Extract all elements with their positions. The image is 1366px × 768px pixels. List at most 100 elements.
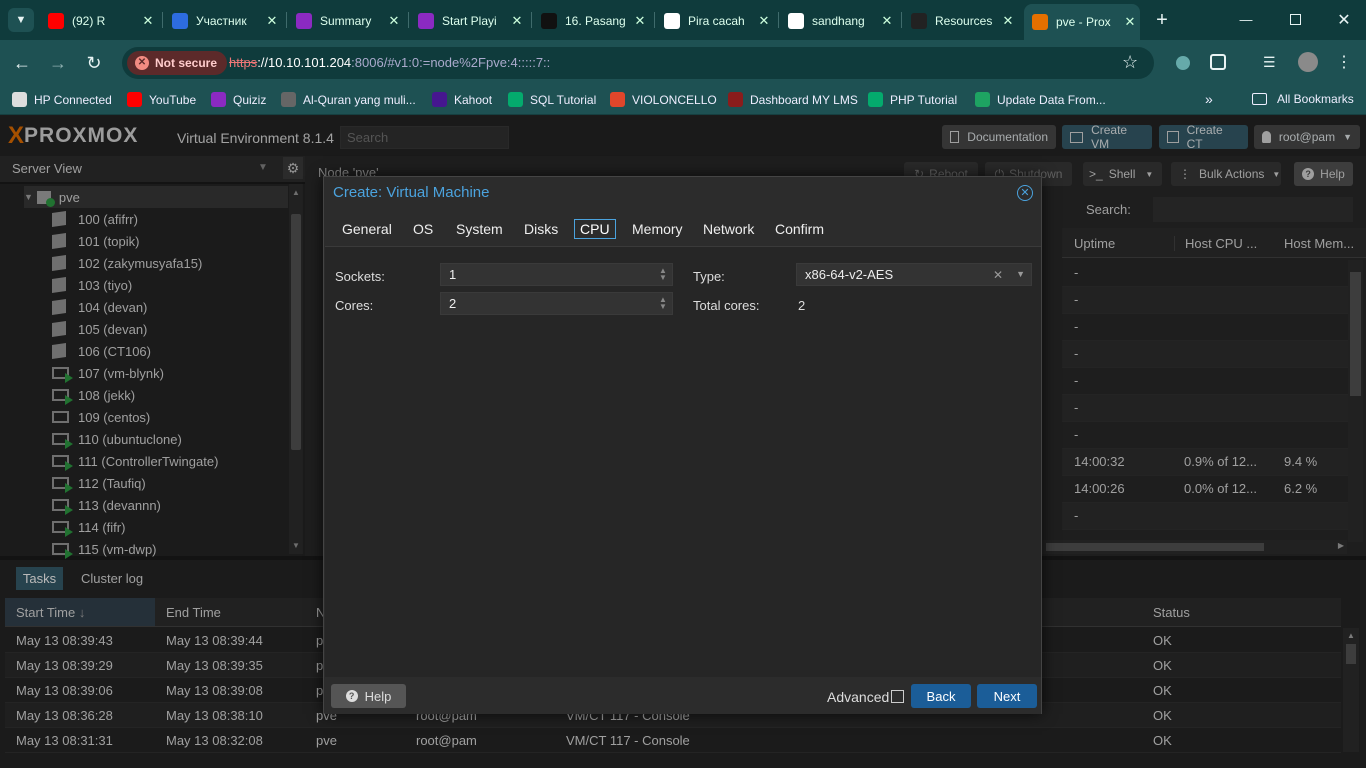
bookmark-label: YouTube (149, 92, 197, 107)
dialog-title: Create: Virtual Machine (333, 184, 490, 201)
bookmark-favicon-icon (508, 92, 523, 107)
back-arrow-icon[interactable]: ← (9, 50, 35, 76)
bookmark-item[interactable]: PHP Tutorial (868, 92, 957, 107)
new-tab-button[interactable]: + (1150, 8, 1174, 32)
cpu-type-select[interactable]: x86-64-v2-AES ✕ ▼ (796, 263, 1032, 286)
doc-icon (911, 12, 927, 29)
close-tab-icon[interactable]: ✕ (507, 13, 527, 29)
help-label: Help (364, 688, 392, 704)
wizard-tab-network[interactable]: Network (698, 219, 759, 239)
sockets-label: Sockets: (335, 269, 385, 284)
advanced-checkbox[interactable] (891, 690, 904, 703)
tab-search-button[interactable]: ▼ (8, 8, 34, 32)
security-chip[interactable]: ✕ Not secure (127, 51, 228, 75)
cpu-panel: Sockets: 1 ▲ ▼ Cores: 2 ▲ ▼ Type: x86-64-v… (325, 246, 1041, 677)
browser-tab[interactable]: (92) R ✕ (40, 6, 158, 35)
extensions-puzzle-icon[interactable] (1210, 54, 1226, 70)
tab-separator (654, 12, 655, 28)
bookmark-item[interactable]: Update Data From... (975, 92, 1106, 107)
spinner-icon[interactable]: ▲ ▼ (658, 296, 668, 311)
browser-tab[interactable]: sandhang ✕ (780, 6, 897, 35)
tab-title: (92) R (72, 13, 106, 28)
bookmark-item[interactable]: YouTube (127, 92, 196, 107)
all-bookmarks[interactable]: All Bookmarks (1252, 92, 1354, 106)
chevron-down-icon[interactable]: ▼ (1016, 269, 1025, 279)
bookmark-item[interactable]: VIOLONCELLO (610, 92, 717, 107)
close-tab-icon[interactable]: ✕ (138, 13, 158, 29)
url-text[interactable]: https://10.10.101.204:8006/#v1:0:=node%2… (229, 55, 550, 70)
wizard-tab-system[interactable]: System (451, 219, 508, 239)
cpu-type-value: x86-64-v2-AES (805, 267, 894, 282)
spinner-icon[interactable]: ▲ ▼ (658, 267, 668, 282)
next-button[interactable]: Next (977, 684, 1037, 708)
browser-tab[interactable]: Summary ✕ (288, 6, 404, 35)
bookmark-item[interactable]: Kahoot (432, 92, 492, 107)
bookmark-favicon-icon (432, 92, 447, 107)
dialog-help-button[interactable]: ? Help (331, 684, 406, 708)
browser-tab[interactable]: Pira cacah ✕ (656, 6, 774, 35)
tab-separator (408, 12, 409, 28)
bookmark-star-icon[interactable]: ☆ (1122, 52, 1138, 73)
close-window-icon[interactable]: ✕ (1336, 10, 1352, 29)
not-secure-label: Not secure (155, 56, 218, 70)
bookmark-item[interactable]: SQL Tutorial (508, 92, 596, 107)
bookmark-label: Kahoot (454, 92, 493, 107)
close-icon[interactable]: ✕ (1017, 185, 1033, 201)
bookmark-favicon-icon (281, 92, 296, 107)
browser-tab[interactable]: Участник ✕ (164, 6, 282, 35)
close-tab-icon[interactable]: ✕ (384, 13, 404, 29)
wizard-tab-memory[interactable]: Memory (627, 219, 688, 239)
extension-icon[interactable] (1176, 56, 1190, 70)
wizard-tab-cpu[interactable]: CPU (574, 219, 616, 239)
wizard-tab-confirm[interactable]: Confirm (770, 219, 829, 239)
close-tab-icon[interactable]: ✕ (877, 13, 897, 29)
browser-tab[interactable]: pve - Prox ✕ (1024, 4, 1140, 40)
close-tab-icon[interactable]: ✕ (1120, 14, 1140, 30)
wizard-tab-disks[interactable]: Disks (519, 219, 563, 239)
tab-separator (901, 12, 902, 28)
quizizz-icon (296, 12, 312, 29)
browser-tab[interactable]: 16. Pasang ✕ (533, 6, 650, 35)
total-cores-label: Total cores: (693, 298, 760, 313)
bookmark-item[interactable]: Dashboard MY LMS (728, 92, 858, 107)
bookmark-favicon-icon (610, 92, 625, 107)
wizard-tab-os[interactable]: OS (408, 219, 438, 239)
minimize-icon[interactable]: — (1238, 12, 1254, 28)
tab-separator (778, 12, 779, 28)
close-tab-icon[interactable]: ✕ (630, 13, 650, 29)
bookmark-item[interactable]: Al-Quran yang muli... (281, 92, 416, 107)
bookmark-favicon-icon (728, 92, 743, 107)
url-scheme: https (229, 55, 258, 70)
browser-tab[interactable]: Resources ✕ (903, 6, 1018, 35)
bookmarks-overflow-icon[interactable]: » (1205, 91, 1213, 107)
clear-icon[interactable]: ✕ (993, 268, 1003, 282)
tab-title: Pira cacah (688, 13, 745, 28)
wizard-tab-general[interactable]: General (337, 219, 397, 239)
cores-label: Cores: (335, 298, 374, 313)
forward-arrow-icon[interactable]: → (45, 50, 71, 76)
tab-title: sandhang (812, 13, 865, 28)
close-tab-icon[interactable]: ✕ (998, 13, 1018, 29)
bookmark-item[interactable]: HP Connected (12, 92, 112, 107)
restore-icon[interactable] (1290, 14, 1301, 25)
close-tab-icon[interactable]: ✕ (262, 13, 282, 29)
bookmark-item[interactable]: Quiziz (211, 92, 266, 107)
bookmark-label: Dashboard MY LMS (750, 92, 858, 107)
bookmark-label: Quiziz (233, 92, 267, 107)
profile-avatar[interactable] (1298, 52, 1318, 72)
bookmark-label: Al-Quran yang muli... (303, 92, 416, 107)
url-host: ://10.10.101.204 (257, 55, 352, 70)
sockets-field[interactable]: 1 ▲ ▼ (440, 263, 673, 286)
close-tab-icon[interactable]: ✕ (754, 13, 774, 29)
bookmark-label: SQL Tutorial (530, 92, 597, 107)
cores-field[interactable]: 2 ▲ ▼ (440, 292, 673, 315)
type-label: Type: (693, 269, 725, 284)
chrome-menu-icon[interactable]: ⋮ (1336, 52, 1352, 72)
media-control-icon[interactable]: ☰ (1263, 54, 1276, 71)
google-icon (664, 12, 680, 29)
all-bookmarks-label: All Bookmarks (1277, 92, 1354, 106)
tab-separator (531, 12, 532, 28)
browser-tab[interactable]: Start Playi ✕ (410, 6, 527, 35)
reload-icon[interactable]: ↻ (81, 50, 107, 76)
back-button[interactable]: Back (911, 684, 971, 708)
